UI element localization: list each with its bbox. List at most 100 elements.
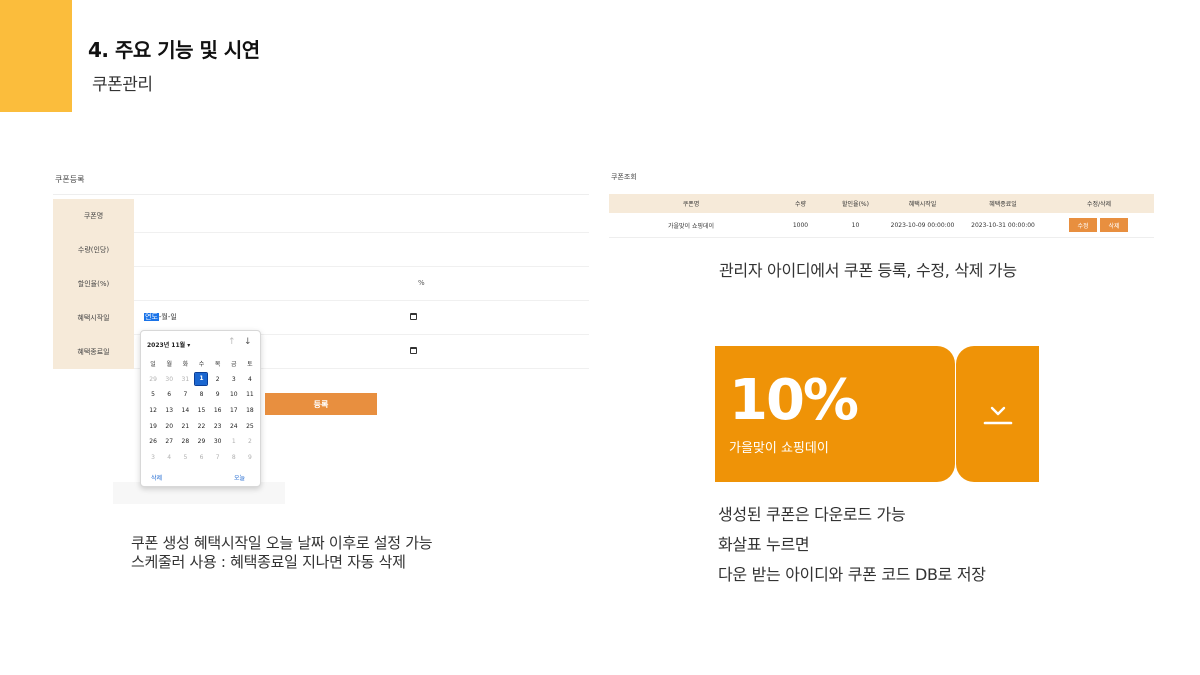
divider — [53, 194, 589, 195]
coupon-card: 10% 가을맞이 쇼핑데이 — [715, 346, 955, 482]
calendar-day[interactable]: 21 — [177, 418, 193, 434]
coupon-name-row[interactable]: 쿠폰명 — [53, 199, 589, 233]
calendar-day[interactable]: 26 — [145, 434, 161, 450]
calendar-day[interactable]: 1 — [226, 434, 242, 450]
register-title: 쿠폰등록 — [55, 175, 85, 184]
calendar-grid: 일 월 화 수 목 금 토 29 30 31 1 2 3 4 5 6 7 8 9 10 11 12 13 14 15 16 17 18… — [145, 356, 258, 465]
calendar-day[interactable]: 12 — [145, 403, 161, 419]
calendar-day[interactable]: 9 — [210, 387, 226, 403]
calendar-day[interactable]: 13 — [161, 403, 177, 419]
calendar-day[interactable]: 25 — [242, 418, 258, 434]
cell-start: 2023-10-09 00:00:00 — [890, 221, 955, 229]
selected-day[interactable]: 1 — [193, 372, 209, 388]
coupon-name-label: 쿠폰명 — [53, 199, 134, 233]
calendar-day[interactable]: 4 — [161, 450, 177, 466]
coupon-description-line: 생성된 쿠폰은 다운로드 가능 — [718, 505, 906, 524]
cell-quantity: 1000 — [792, 221, 809, 229]
today-button[interactable]: 오늘 — [234, 473, 245, 482]
calendar-day[interactable]: 22 — [193, 418, 209, 434]
delete-button[interactable]: 삭제 — [1100, 218, 1128, 232]
calendar-day[interactable]: 31 — [177, 372, 193, 388]
download-icon[interactable] — [983, 405, 1013, 427]
date-year-segment[interactable]: 연도 — [144, 313, 159, 321]
list-title: 쿠폰조회 — [611, 173, 637, 181]
calendar-day[interactable]: 28 — [177, 434, 193, 450]
calendar-day[interactable]: 15 — [193, 403, 209, 419]
date-rest-segment[interactable]: -월-일 — [159, 313, 177, 321]
calendar-day[interactable]: 5 — [145, 387, 161, 403]
calendar-day[interactable]: 8 — [193, 387, 209, 403]
clear-date-button[interactable]: 삭제 — [151, 473, 162, 482]
calendar-day[interactable]: 24 — [226, 418, 242, 434]
calendar-day[interactable]: 5 — [177, 450, 193, 466]
quantity-label: 수량(인당) — [53, 233, 134, 267]
table-row: 가을맞이 쇼핑데이 1000 10 2023-10-09 00:00:00 20… — [609, 213, 1154, 238]
calendar-day[interactable]: 11 — [242, 387, 258, 403]
calendar-day[interactable]: 23 — [210, 418, 226, 434]
calendar-day[interactable]: 19 — [145, 418, 161, 434]
weekday-label: 일 — [150, 361, 156, 369]
calendar-day[interactable]: 16 — [210, 403, 226, 419]
calendar-icon[interactable] — [410, 347, 417, 354]
weekday-label: 목 — [214, 361, 221, 369]
date-picker-popup: 2023년 11월 ▾ ↑ ↓ 일 월 화 수 목 금 토 29 30 31 1 2 3 4 5 6 7 8 9 10… — [140, 330, 261, 487]
calendar-day[interactable]: 27 — [161, 434, 177, 450]
column-header: 할인율(%) — [842, 201, 869, 208]
column-header: 혜택종료일 — [989, 201, 1017, 208]
weekday-label: 화 — [182, 361, 189, 369]
coupon-name: 가을맞이 쇼핑데이 — [729, 441, 829, 456]
calendar-day[interactable]: 30 — [161, 372, 177, 388]
calendar-day[interactable]: 8 — [226, 450, 242, 466]
list-description: 관리자 아이디에서 쿠폰 등록, 수정, 삭제 가능 — [719, 261, 1017, 280]
calendar-day[interactable]: 2 — [210, 372, 226, 388]
calendar-day[interactable]: 29 — [145, 372, 161, 388]
coupon-download-tab[interactable] — [956, 346, 1039, 482]
end-date-row[interactable]: 혜택종료일 — [53, 335, 589, 369]
calendar-day[interactable]: 17 — [226, 403, 242, 419]
calendar-day[interactable]: 4 — [242, 372, 258, 388]
register-description: 쿠폰 생성 혜택시작일 오늘 날짜 이후로 설정 가능 스케줄러 사용 : 혜택… — [131, 534, 433, 572]
calendar-day[interactable]: 9 — [242, 450, 258, 466]
calendar-day[interactable]: 30 — [210, 434, 226, 450]
edit-button[interactable]: 수정 — [1069, 218, 1097, 232]
selected-day-label[interactable]: 1 — [194, 372, 209, 387]
calendar-day[interactable]: 2 — [242, 434, 258, 450]
calendar-day[interactable]: 10 — [226, 387, 242, 403]
register-form: 쿠폰명 수량(인당) 할인율(%) % 혜택시작일 연도-월-일 혜택종료일 — [53, 199, 589, 369]
accent-block — [0, 0, 72, 112]
arrow-up-icon[interactable]: ↑ — [228, 337, 236, 347]
calendar-day[interactable]: 6 — [193, 450, 209, 466]
column-header: 혜택시작일 — [908, 201, 937, 208]
register-button[interactable]: 등록 — [265, 393, 377, 415]
calendar-day[interactable]: 29 — [193, 434, 209, 450]
month-selector[interactable]: 2023년 11월 ▾ — [147, 340, 190, 349]
calendar-day[interactable]: 3 — [226, 372, 242, 388]
calendar-day[interactable]: 7 — [210, 450, 226, 466]
start-date-row[interactable]: 혜택시작일 연도-월-일 — [53, 301, 589, 335]
coupon-rate: 10% — [729, 368, 859, 433]
start-date-label: 혜택시작일 — [53, 301, 134, 335]
column-header: 쿠폰명 — [682, 201, 700, 208]
calendar-day[interactable]: 7 — [177, 387, 193, 403]
slide-subtitle: 쿠폰관리 — [92, 75, 153, 95]
calendar-day[interactable]: 14 — [177, 403, 193, 419]
slide-title: 4. 주요 기능 및 시연 — [88, 38, 260, 62]
column-header: 수량 — [794, 201, 807, 208]
calendar-day[interactable]: 20 — [161, 418, 177, 434]
column-header: 수정/삭제 — [1086, 201, 1112, 208]
calendar-day[interactable]: 3 — [145, 450, 161, 466]
discount-rate-label: 할인율(%) — [53, 267, 134, 301]
coupon-register-panel: 쿠폰등록 쿠폰명 수량(인당) 할인율(%) % 혜택시작일 연도-월-일 혜택… — [53, 170, 589, 505]
calendar-icon[interactable] — [410, 313, 417, 320]
quantity-row[interactable]: 수량(인당) — [53, 233, 589, 267]
weekday-label: 월 — [166, 361, 172, 369]
table-header: 쿠폰명 수량 할인율(%) 혜택시작일 혜택종료일 수정/삭제 — [609, 194, 1154, 213]
start-date-input[interactable]: 연도-월-일 — [144, 312, 177, 322]
cell-rate: 10 — [851, 221, 860, 229]
weekday-label: 수 — [198, 361, 205, 369]
register-description-line: 쿠폰 생성 혜택시작일 오늘 날짜 이후로 설정 가능 — [131, 534, 433, 552]
arrow-down-icon[interactable]: ↓ — [244, 337, 252, 347]
calendar-day[interactable]: 18 — [242, 403, 258, 419]
calendar-day[interactable]: 6 — [161, 387, 177, 403]
discount-rate-row[interactable]: 할인율(%) % — [53, 267, 589, 301]
